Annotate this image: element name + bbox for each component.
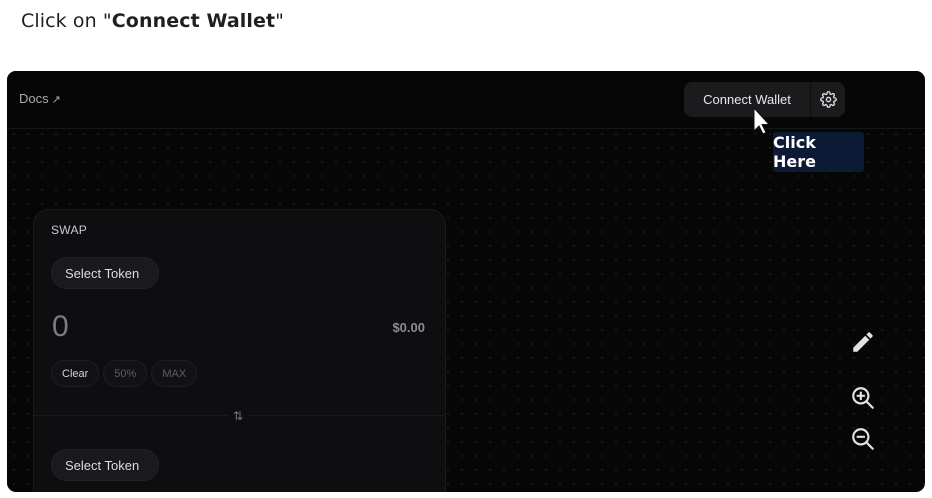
instruction-suffix: " (275, 10, 285, 32)
instruction-target: Connect Wallet (111, 10, 276, 32)
zoom-out-icon[interactable] (850, 426, 876, 452)
external-link-icon: ↗ (51, 94, 61, 106)
instruction-text: Click on "Connect Wallet" (21, 10, 284, 32)
swap-title: SWAP (51, 223, 88, 237)
swap-direction-icon[interactable]: ⇅ (228, 406, 248, 426)
clear-button[interactable]: Clear (51, 360, 100, 387)
usd-value: $0.00 (392, 320, 425, 335)
select-token-to-button[interactable]: Select Token (51, 449, 159, 481)
gear-icon (819, 91, 837, 108)
fifty-percent-button[interactable]: 50% (103, 360, 148, 387)
instruction-prefix: Click on " (21, 10, 112, 32)
settings-button[interactable] (810, 82, 845, 117)
mouse-cursor-icon (753, 107, 771, 135)
select-token-from-button[interactable]: Select Token (51, 257, 159, 289)
pencil-icon[interactable] (850, 329, 876, 355)
docs-link[interactable]: Docs ↗ (19, 91, 61, 106)
docs-label: Docs (19, 91, 49, 106)
amount-chips: Clear 50% MAX (51, 360, 198, 387)
click-here-callout: Click Here (773, 132, 864, 172)
max-button[interactable]: MAX (151, 360, 198, 387)
top-bar: Docs ↗ Connect Wallet (7, 71, 925, 129)
swap-panel: SWAP Select Token 0 $0.00 Clear 50% MAX … (33, 209, 446, 492)
zoom-in-icon[interactable] (850, 385, 876, 411)
amount-input[interactable]: 0 (52, 310, 69, 344)
